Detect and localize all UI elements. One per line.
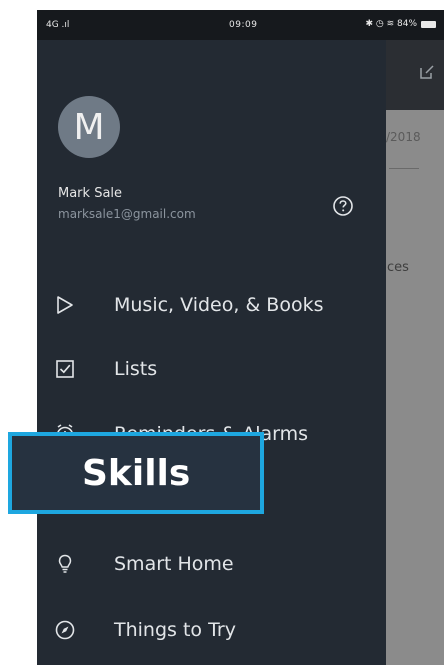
background-date-fragment: /2018 xyxy=(386,130,421,144)
status-bar: 4G .ıl 09:09 ✱ ◷ ≋ 84% xyxy=(37,10,444,40)
menu-item-things-to-try[interactable]: Things to Try xyxy=(51,612,381,648)
compass-icon xyxy=(51,616,79,644)
menu-item-lists[interactable]: Lists xyxy=(51,351,381,387)
menu-item-label: Music, Video, & Books xyxy=(114,294,324,316)
background-divider xyxy=(389,168,419,169)
status-icons-text: ✱ ◷ ≋ 84% xyxy=(365,19,417,29)
help-circle-icon[interactable] xyxy=(332,195,354,221)
navigation-drawer: M Mark Sale marksale1@gmail.com Music, V… xyxy=(37,40,386,665)
phone-screen: 4G .ıl 09:09 ✱ ◷ ≋ 84% /2018 ces M Mark … xyxy=(37,10,444,665)
checkbox-icon xyxy=(51,355,79,383)
menu-item-label: Lists xyxy=(114,358,158,380)
menu-item-smart-home[interactable]: Smart Home xyxy=(51,546,381,582)
status-indicators: ✱ ◷ ≋ 84% xyxy=(365,19,436,29)
status-time: 09:09 xyxy=(229,20,258,30)
user-name: Mark Sale xyxy=(58,186,123,201)
menu-item-music-video-books[interactable]: Music, Video, & Books xyxy=(51,287,381,323)
play-icon xyxy=(51,291,79,319)
avatar[interactable]: M xyxy=(58,96,120,158)
menu-item-label: Smart Home xyxy=(114,553,234,575)
lightbulb-icon xyxy=(51,550,79,578)
skills-highlight-callout[interactable]: Skills xyxy=(8,432,264,514)
edit-icon[interactable] xyxy=(419,64,435,84)
menu-item-label: Things to Try xyxy=(114,619,236,641)
user-email: marksale1@gmail.com xyxy=(58,207,196,221)
background-text-fragment: ces xyxy=(387,260,409,275)
battery-icon xyxy=(421,20,436,28)
skills-label: Skills xyxy=(82,452,191,494)
signal-indicator: 4G .ıl xyxy=(46,20,70,30)
